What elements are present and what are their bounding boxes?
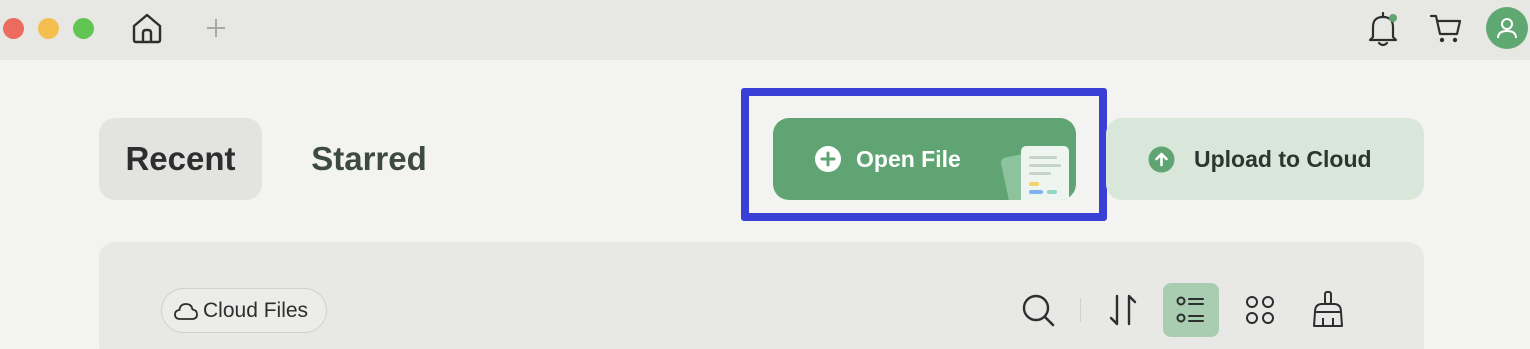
toolbar-divider [1080,298,1081,322]
search-icon[interactable] [1016,288,1060,332]
cart-icon[interactable] [1428,10,1464,46]
arrow-up-circle-icon [1148,146,1175,173]
upload-to-cloud-label: Upload to Cloud [1194,145,1372,172]
tab-recent[interactable]: Recent [99,118,262,200]
bell-icon[interactable] [1366,9,1400,49]
plus-circle-icon [814,145,842,173]
documents-illustration-icon [1001,140,1076,200]
title-bar [0,0,1530,60]
home-icon[interactable] [129,10,165,46]
clean-icon[interactable] [1306,288,1350,332]
avatar[interactable] [1486,7,1528,49]
notification-dot [1389,14,1397,22]
tab-starred-label: Starred [311,140,427,177]
open-file-label: Open File [856,145,961,172]
maximize-window-button[interactable] [73,18,94,39]
close-window-button[interactable] [3,18,24,39]
sort-icon[interactable] [1101,288,1145,332]
upload-to-cloud-button[interactable]: Upload to Cloud [1106,118,1424,200]
cloud-icon [173,300,199,322]
cloud-files-label: Cloud Files [203,298,309,322]
cloud-files-chip[interactable]: Cloud Files [161,288,327,333]
user-icon [1497,18,1517,39]
new-tab-plus-icon[interactable] [203,15,229,41]
list-view-icon[interactable] [1163,283,1219,337]
grid-view-icon[interactable] [1238,288,1282,332]
tab-starred[interactable]: Starred [284,118,454,200]
open-file-button[interactable]: Open File [773,118,1076,200]
tab-recent-label: Recent [125,140,236,177]
minimize-window-button[interactable] [38,18,59,39]
